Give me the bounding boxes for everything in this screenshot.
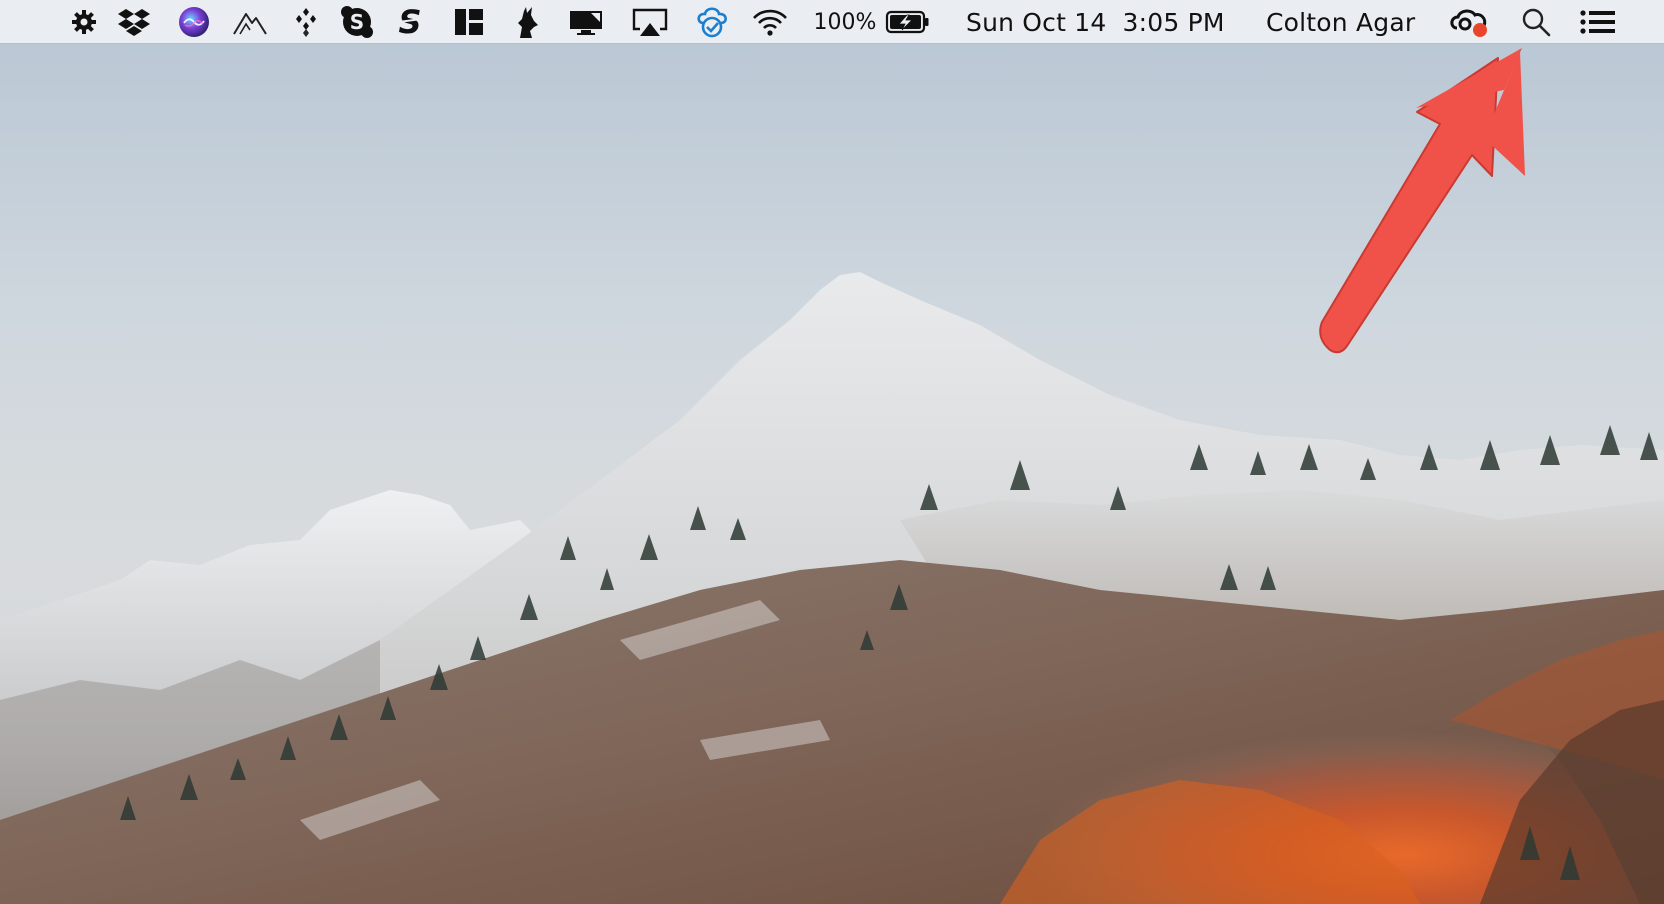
gear-icon[interactable] (66, 0, 102, 44)
menu-bar: S S 100% Sun Oct 14 3:05 PM Colton Agar (0, 0, 1664, 44)
desktop-wallpaper (0, 0, 1664, 904)
skype-icon[interactable]: S (338, 0, 376, 44)
airplay-icon[interactable] (630, 0, 670, 44)
mountain-icon[interactable] (230, 0, 270, 44)
user-name: Colton Agar (1266, 7, 1416, 37)
diamond-dots-icon[interactable] (290, 0, 322, 44)
spotlight-search-icon[interactable] (1516, 0, 1556, 44)
clock[interactable]: Sun Oct 14 3:05 PM (966, 0, 1242, 44)
rabbit-icon[interactable] (508, 0, 544, 44)
wifi-icon[interactable] (750, 0, 790, 44)
sync-check-icon[interactable] (692, 0, 732, 44)
user-menu[interactable]: Colton Agar (1266, 0, 1432, 44)
battery-percent-label: 100% (813, 9, 877, 35)
clock-time: 3:05 PM (1122, 7, 1225, 37)
desktop: S S 100% Sun Oct 14 3:05 PM Colton Agar (0, 0, 1664, 904)
battery-percent[interactable]: 100% (812, 0, 878, 44)
svg-text:S: S (350, 10, 364, 34)
layout-icon[interactable] (452, 0, 486, 44)
battery-charging-icon[interactable] (884, 0, 932, 44)
siri-icon[interactable] (176, 0, 212, 44)
display-icon[interactable] (566, 0, 606, 44)
clock-date: Sun Oct 14 (966, 7, 1107, 37)
scrivener-s-icon[interactable]: S (392, 0, 428, 44)
dropbox-icon[interactable] (114, 0, 154, 44)
creative-cloud-icon[interactable] (1446, 0, 1492, 44)
notification-center-icon[interactable] (1576, 0, 1620, 44)
